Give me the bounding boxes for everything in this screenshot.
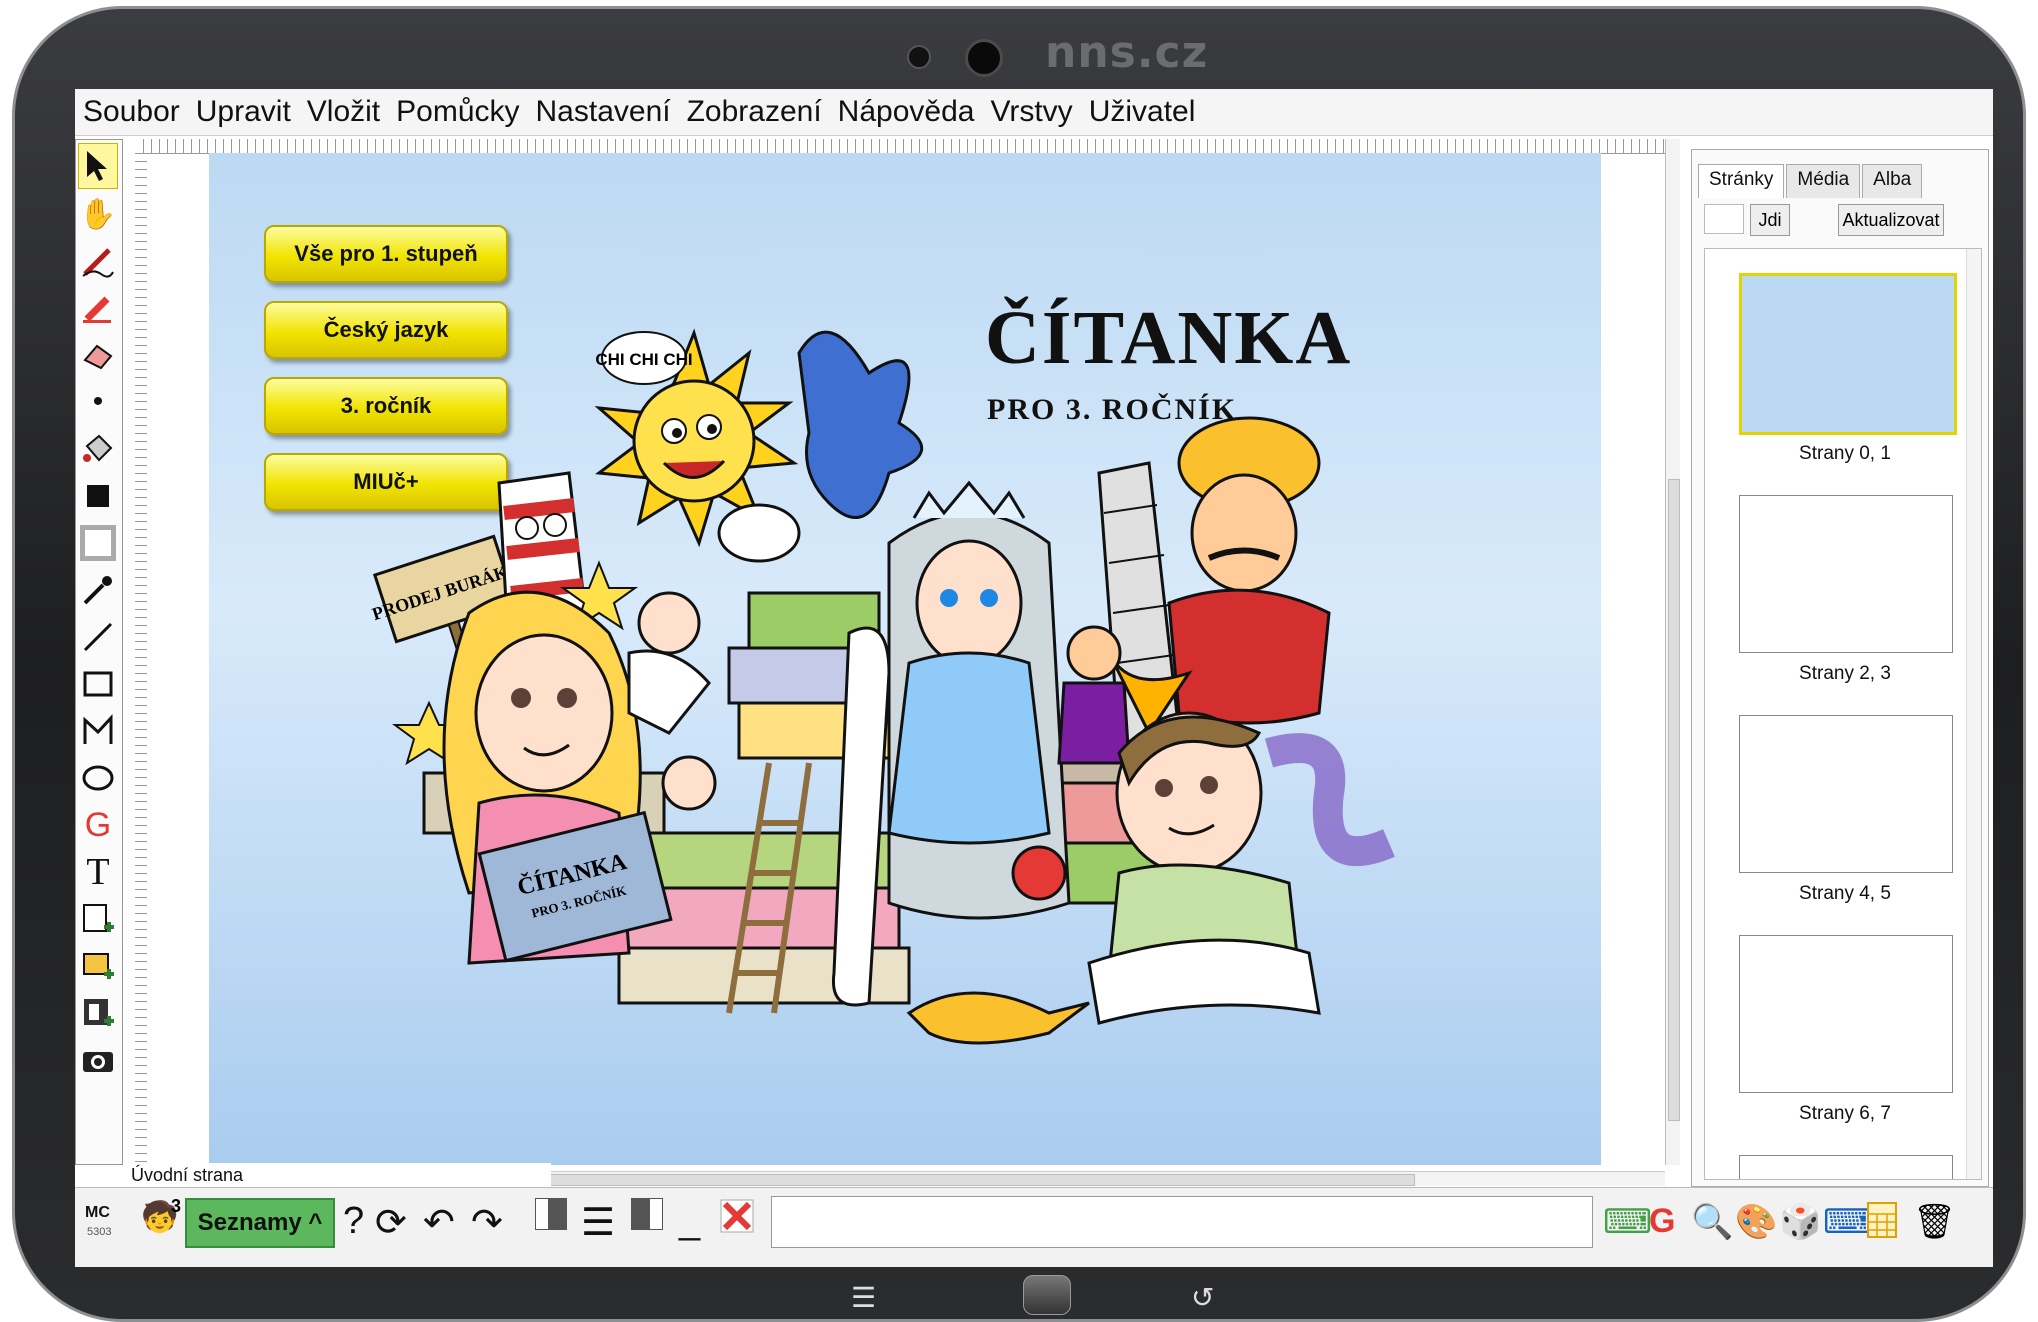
btn-vse-pro-1-stupen[interactable]: Vše pro 1. stupeň: [264, 225, 508, 283]
menu-bar: Soubor Upravit Vložit Pomůcky Nastavení …: [75, 89, 1993, 136]
marker-icon[interactable]: [78, 286, 118, 330]
thumbnail-pages-2-3[interactable]: [1739, 495, 1953, 653]
tab-stranky[interactable]: Stránky: [1698, 164, 1785, 198]
cover-illustration: CHI CHI CHI PRODEJ BURÁKŮ ČÍTANKA PRO 3.…: [369, 328, 1395, 1045]
hand-icon[interactable]: ✋: [78, 192, 118, 236]
mc-number: 5303: [87, 1226, 112, 1238]
refresh-button[interactable]: Aktualizovat: [1838, 204, 1944, 236]
keyboard-icon[interactable]: ⌨: [1823, 1202, 1872, 1242]
dot-icon[interactable]: •: [78, 380, 118, 424]
mc-label: MC: [85, 1204, 110, 1221]
search-icon[interactable]: 🔍: [1691, 1202, 1733, 1242]
bottom-toolbar: MC 5303 🧒 3 Seznamy ^ ? ⟳ ↶ ↷ ☰ _ ⌨ G 🔍 …: [75, 1187, 1993, 1267]
palette-icon[interactable]: 🎨: [1735, 1202, 1777, 1242]
thumbnails-scrollbar[interactable]: [1966, 249, 1981, 1179]
menu-uzivatel[interactable]: Uživatel: [1089, 95, 1196, 129]
lists-button[interactable]: Seznamy ^: [185, 1198, 335, 1248]
text-icon[interactable]: T: [78, 850, 118, 894]
menu-soubor[interactable]: Soubor: [83, 95, 180, 129]
rectangle-icon[interactable]: [78, 662, 118, 706]
close-icon[interactable]: [719, 1198, 755, 1244]
tablet-frame: nns.cz Soubor Upravit Vložit Pomůcky Nas…: [12, 6, 2026, 1322]
g-icon[interactable]: G: [78, 803, 118, 847]
redo-icon[interactable]: ↷: [471, 1200, 503, 1245]
tab-alba[interactable]: Alba: [1862, 164, 1923, 198]
page-name-label: Úvodní strana: [131, 1163, 551, 1187]
thumbnail-pages-4-5[interactable]: [1739, 715, 1953, 873]
tool-palette: ✋ • G T: [75, 139, 123, 1165]
canvas-horizontal-scrollbar[interactable]: [415, 1171, 1665, 1186]
gray-square-icon[interactable]: [78, 521, 118, 565]
g-icon[interactable]: G: [1649, 1202, 1675, 1241]
menu-vlozit[interactable]: Vložit: [307, 95, 380, 129]
eyedropper-icon[interactable]: [78, 568, 118, 612]
dice-icon[interactable]: 🎲: [1779, 1202, 1821, 1242]
thumbnail-pages-0-1[interactable]: [1739, 273, 1957, 435]
calculator-icon[interactable]: [1867, 1202, 1897, 1247]
home-button[interactable]: [1023, 1275, 1071, 1315]
ruler-left: [135, 153, 147, 1233]
add-note-icon[interactable]: [78, 897, 118, 941]
minimize-icon[interactable]: _: [679, 1200, 700, 1243]
page-number-input[interactable]: [1704, 204, 1744, 234]
panel-right-icon[interactable]: [631, 1198, 663, 1230]
canvas-vertical-scrollbar[interactable]: [1665, 139, 1680, 1165]
recent-apps-icon[interactable]: ☰: [851, 1281, 876, 1314]
arrow-pointer-icon[interactable]: [78, 143, 118, 189]
menu-lines-icon[interactable]: ☰: [581, 1200, 615, 1245]
side-panel: Stránky Média Alba Jdi Aktualizovat Stra…: [1691, 149, 1989, 1187]
thumbnail-label: Strany 4, 5: [1799, 883, 1891, 904]
pen-icon[interactable]: [78, 239, 118, 283]
keyboard-device-icon[interactable]: ⌨: [1603, 1202, 1652, 1242]
command-input[interactable]: [771, 1196, 1593, 1248]
page-canvas[interactable]: Vše pro 1. stupeň Český jazyk 3. ročník …: [209, 153, 1601, 1165]
black-square-icon[interactable]: [78, 474, 118, 518]
page-thumbnails: Strany 0, 1 Strany 2, 3 Strany 4, 5 Stra…: [1704, 248, 1982, 1180]
camera-lens-icon: [965, 39, 1003, 77]
camera-icon[interactable]: [78, 1038, 118, 1082]
menu-vrstvy[interactable]: Vrstvy: [990, 95, 1072, 129]
add-image-icon[interactable]: [78, 944, 118, 988]
menu-upravit[interactable]: Upravit: [196, 95, 291, 129]
back-icon[interactable]: ↺: [1191, 1281, 1214, 1314]
tab-media[interactable]: Média: [1786, 164, 1861, 198]
undo-icon[interactable]: ↶: [423, 1200, 455, 1245]
panel-left-icon[interactable]: [535, 1198, 567, 1230]
ellipse-icon[interactable]: [78, 756, 118, 800]
brand-logo: nns.cz: [1045, 27, 1209, 78]
menu-nastaveni[interactable]: Nastavení: [536, 95, 671, 129]
add-media-icon[interactable]: [78, 991, 118, 1035]
thumbnail-label: Strany 6, 7: [1799, 1103, 1891, 1124]
eraser-icon[interactable]: [78, 333, 118, 377]
menu-napoveda[interactable]: Nápověda: [838, 95, 975, 129]
thumbnail-label: Strany 2, 3: [1799, 663, 1891, 684]
trash-icon[interactable]: 🗑: [1913, 1202, 1956, 1242]
polygon-icon[interactable]: [78, 709, 118, 753]
line-icon[interactable]: [78, 615, 118, 659]
bubble-text: CHI CHI CHI: [595, 350, 692, 369]
thumbnail-label: Strany 0, 1: [1799, 443, 1891, 464]
menu-zobrazeni[interactable]: Zobrazení: [687, 95, 822, 129]
mascot-badge: 3: [171, 1196, 182, 1216]
thumbnail-pages-6-7[interactable]: [1739, 935, 1953, 1093]
help-icon[interactable]: ?: [343, 1200, 364, 1243]
sensor-icon: [907, 45, 931, 69]
app-screen: Soubor Upravit Vložit Pomůcky Nastavení …: [75, 89, 1993, 1267]
fill-bucket-icon[interactable]: [78, 427, 118, 471]
ruler-top: [143, 139, 1665, 154]
menu-pomucky[interactable]: Pomůcky: [396, 95, 519, 129]
thumbnail-pages-8-9[interactable]: [1739, 1155, 1953, 1179]
go-button[interactable]: Jdi: [1750, 204, 1790, 236]
refresh-icon[interactable]: ⟳: [375, 1200, 407, 1245]
